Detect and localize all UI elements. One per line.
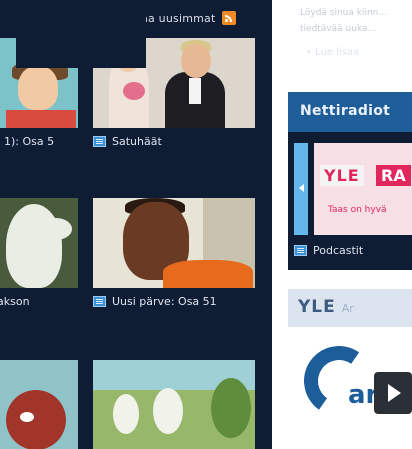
banner-ra-text: RA — [376, 165, 411, 186]
page: Tilaa uusimmat 1): Osa 5 Satuhäät Muumil… — [0, 0, 412, 449]
podcast-link[interactable]: Podcastit — [294, 244, 363, 257]
podcast-label: Podcastit — [313, 244, 364, 257]
banner-slogan: Taas on hyvä — [328, 205, 387, 215]
radio-banner[interactable]: YLE RA Taas on hyvä — [314, 143, 412, 235]
areena-logo-suffix: Ar — [341, 302, 354, 315]
video-caption[interactable]: 1): Osa 5 — [4, 135, 54, 148]
rss-icon[interactable] — [221, 11, 236, 25]
video-thumbnail[interactable] — [0, 360, 78, 449]
video-caption-text: 1): Osa 5 — [4, 135, 55, 148]
banner-yle-text: YLE — [320, 165, 364, 186]
video-caption-text: Muumilaakson — [0, 295, 30, 308]
video-icon — [93, 296, 106, 307]
video-thumbnail[interactable] — [93, 198, 255, 288]
intro-box — [16, 0, 146, 68]
video-caption-text: Satuhäät — [112, 135, 162, 148]
areena-logo-text: YLE — [298, 297, 336, 317]
areena-logo[interactable]: YLE Ar — [298, 297, 354, 317]
intro-text-line: Löydä sinua kiinn… — [300, 8, 388, 18]
read-more-link[interactable]: • Lue lisaa — [306, 47, 359, 58]
video-icon — [93, 136, 106, 147]
play-icon[interactable] — [374, 372, 412, 414]
video-caption[interactable]: Satuhäät — [93, 135, 162, 148]
radio-title[interactable]: Nettiradiot — [300, 103, 390, 119]
video-caption[interactable]: Uusi pärve: Osa 51 — [93, 295, 217, 308]
video-thumbnail[interactable] — [93, 360, 255, 449]
intro-text-line: tiedtävää uuka… — [300, 24, 377, 34]
podcast-icon — [294, 245, 307, 256]
video-thumbnail[interactable] — [0, 198, 78, 288]
chevron-left-icon — [299, 184, 304, 192]
video-caption-text: Uusi pärve: Osa 51 — [112, 295, 217, 308]
video-caption[interactable]: Muumilaakson — [0, 295, 30, 308]
